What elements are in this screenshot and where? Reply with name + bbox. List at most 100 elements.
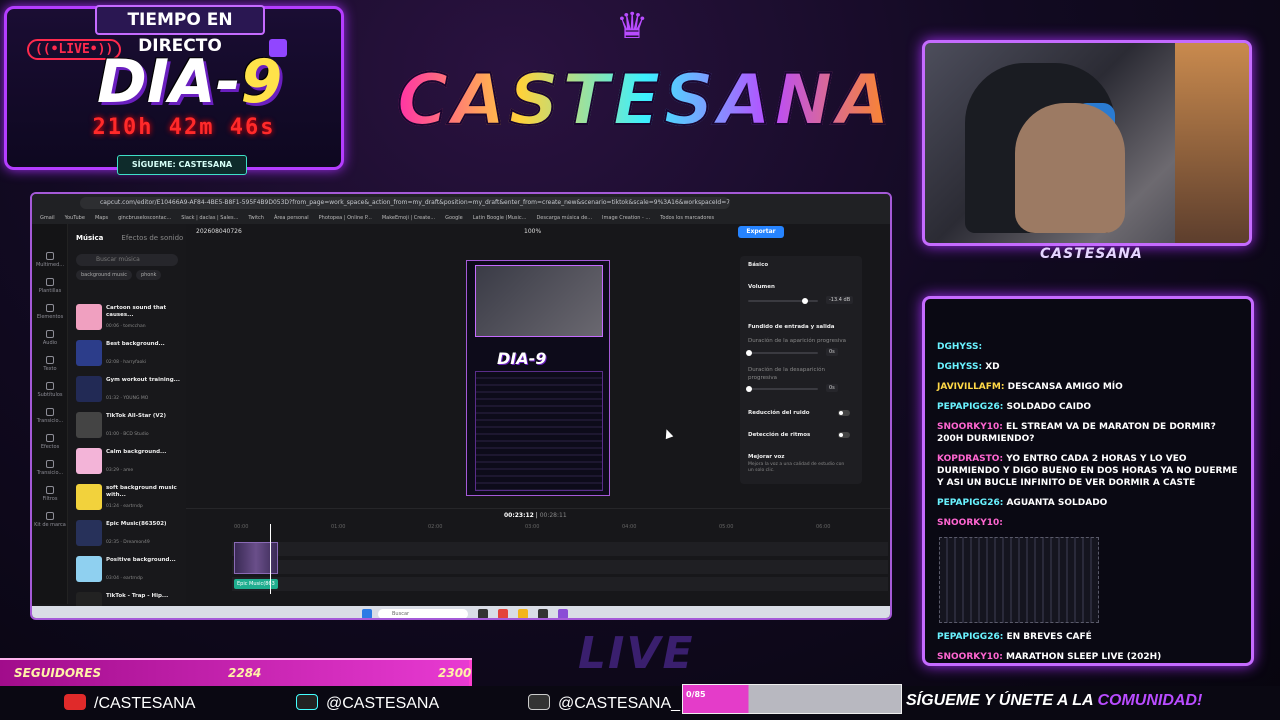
rail-item[interactable]: Transicio... (34, 408, 66, 424)
file-explorer-icon[interactable] (518, 609, 528, 618)
rail-item[interactable]: Kit de marca (34, 512, 66, 528)
rail-label: Efectos (40, 444, 60, 450)
playhead[interactable] (270, 524, 271, 594)
rail-item[interactable]: Filtros (34, 486, 66, 502)
music-track[interactable]: Cartoon sound that causes... 00:06 · tomc… (76, 304, 186, 334)
rail-icon (46, 460, 54, 468)
music-track[interactable]: Positive background... 03:04 · eartrndp (76, 556, 186, 586)
track-meta: 01:32 · YOUNG MO (106, 396, 149, 401)
tab-music[interactable]: Música (76, 234, 103, 242)
rail-item[interactable]: Texto (34, 356, 66, 372)
rail-item[interactable]: Audio (34, 330, 66, 346)
track-meta: 02:08 · harryfaoki (106, 360, 147, 365)
track-name: TikTok - Trap - Hip... (106, 593, 169, 599)
bookmark-item[interactable]: Twitch (248, 215, 264, 221)
music-track[interactable]: Best background... 02:08 · harryfaoki (76, 340, 186, 370)
chat-username[interactable]: SNOORKY10: (937, 422, 1003, 432)
project-name[interactable]: 202608040726 (196, 228, 242, 235)
music-track[interactable]: soft background music with... 01:24 · ear… (76, 484, 186, 514)
chat-username[interactable]: KOPDRASTO: (937, 454, 1003, 464)
rail-item[interactable]: Multimed... (34, 252, 66, 268)
fade-in-slider[interactable] (746, 350, 818, 356)
capcut-editor: Multimed... Plantillas Elementos Audio Texto… (32, 224, 890, 618)
bookmark-item[interactable]: Descarga música de... (536, 215, 592, 221)
zoom-select[interactable]: 100% (524, 228, 541, 235)
chat-username[interactable]: PEPAPIGG26: (937, 498, 1003, 508)
music-track[interactable]: Gym workout training... 01:32 · YOUNG MO (76, 376, 186, 406)
export-button[interactable]: Exportar (738, 226, 784, 238)
bookmark-item[interactable]: Gmail (40, 215, 55, 221)
beat-detection-toggle[interactable] (838, 432, 850, 438)
app-icon[interactable] (558, 609, 568, 618)
rail-item[interactable]: Subtítulos (34, 382, 66, 398)
noise-reduction-toggle[interactable] (838, 410, 850, 416)
music-search-input[interactable]: Buscar música (76, 254, 178, 266)
chat-username[interactable]: SNOORKY10: (937, 652, 1003, 662)
bookmark-item[interactable]: gincbruseloscontac... (118, 215, 171, 221)
chat-message: PEPAPIGG26: AGUANTA SOLDADO (925, 497, 1251, 509)
chat-username[interactable]: DGHYSS: (937, 362, 982, 372)
noise-reduction-label: Reducción del ruido (748, 410, 810, 416)
music-track[interactable]: TikTok All-Star (V2) 01:00 · BCD Studio (76, 412, 186, 442)
taskbar-search[interactable]: Buscar (378, 609, 468, 618)
live-header: TIEMPO EN DIRECTO (95, 5, 265, 56)
rail-item[interactable]: Efectos (34, 434, 66, 450)
rail-item[interactable]: Transicio... (34, 460, 66, 476)
track-name: soft background music with... (106, 485, 177, 498)
chat-username[interactable]: JAVIVILLAFM: (937, 382, 1004, 392)
enhance-voice-label[interactable]: Mejorar voz (748, 454, 784, 460)
track-name: Positive background... (106, 557, 176, 563)
media-tabs: Música Efectos de sonido (76, 234, 201, 242)
video-clip[interactable] (234, 542, 278, 574)
video-lane (232, 542, 888, 556)
bookmark-item[interactable]: YouTube (65, 215, 85, 221)
bookmark-item[interactable]: Todos los marcadores (660, 215, 714, 221)
address-bar[interactable]: capcut.com/editor/E10466A9-AF84-4BE5-B8F… (80, 197, 730, 209)
tiktok-text: @CASTESANA (326, 695, 440, 712)
live-decoration: LIVE (578, 628, 695, 679)
volume-slider[interactable] (748, 298, 818, 304)
fade-out-value[interactable]: 0s (826, 384, 838, 392)
chip-phonk[interactable]: phonk (135, 270, 162, 280)
bookmark-item[interactable]: Photopea | Online P... (319, 215, 372, 221)
fade-label: Fundido de entrada y salida (748, 324, 835, 330)
chat-username[interactable]: PEPAPIGG26: (937, 632, 1003, 642)
music-track[interactable]: Epic Music(863502) 02:35 · Dreamon49 (76, 520, 186, 550)
bookmark-item[interactable]: Slack | daclas | Sales... (181, 215, 238, 221)
follow-banner: SÍGUEME: CASTESANA (117, 155, 247, 175)
audio-clip[interactable]: Epic Music(863 (234, 579, 278, 589)
bookmark-item[interactable]: Image Creation - ... (602, 215, 650, 221)
streamer (1015, 103, 1125, 233)
rail-icon (46, 408, 54, 416)
track-name: Epic Music(863502) (106, 521, 167, 527)
chat-username[interactable]: PEPAPIGG26: (937, 402, 1003, 412)
ruler-tick: 01:00 (331, 524, 346, 530)
track-meta: 03:04 · eartrndp (106, 576, 143, 581)
video-preview[interactable]: DIA-9 (466, 260, 610, 496)
windows-start-icon[interactable] (362, 609, 372, 618)
rail-item[interactable]: Elementos (34, 304, 66, 320)
timeline-ruler[interactable]: 00:00 01:00 02:00 03:00 04:00 05:00 06:00 (232, 524, 890, 534)
obs-icon[interactable] (538, 609, 548, 618)
rail-item[interactable]: Plantillas (34, 278, 66, 294)
ruler-tick: 05:00 (719, 524, 734, 530)
fade-in-value[interactable]: 0s (826, 348, 838, 356)
track-meta: 01:00 · BCD Studio (106, 432, 149, 437)
editor-topbar: 202608040726 100% Exportar (186, 224, 890, 240)
browser-toolbar: capcut.com/editor/E10466A9-AF84-4BE5-B8F… (32, 194, 890, 212)
chip-background-music[interactable]: background music (76, 270, 132, 280)
task-view-icon[interactable] (478, 609, 488, 618)
bookmark-item[interactable]: Área personal (274, 215, 309, 221)
bookmark-item[interactable]: Google (445, 215, 463, 221)
chrome-icon[interactable] (498, 609, 508, 618)
volume-value[interactable]: -13.4 dB (826, 296, 854, 304)
bookmark-item[interactable]: Maps (95, 215, 108, 221)
chat-username[interactable]: DGHYSS: (937, 342, 982, 352)
chat-username[interactable]: SNOORKY10: (937, 518, 1003, 528)
tab-sound-effects[interactable]: Efectos de sonido (121, 234, 183, 242)
bookmark-item[interactable]: MakeEmoji | Create... (382, 215, 435, 221)
fade-out-slider[interactable] (746, 386, 818, 392)
day-prefix: DIA- (97, 47, 241, 117)
bookmark-item[interactable]: Latin Boogie (Music... (473, 215, 527, 221)
music-track[interactable]: Calm background... 03:29 · ame (76, 448, 186, 478)
